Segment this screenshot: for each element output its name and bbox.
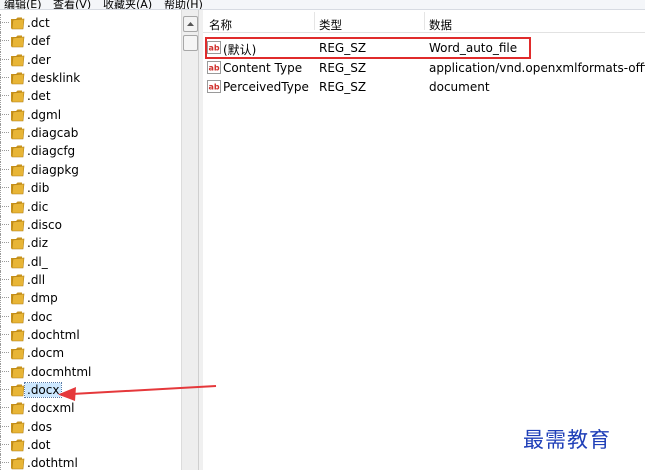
annotation-arrow xyxy=(58,385,217,401)
arrow-shaft xyxy=(71,385,217,395)
watermark-text: 最需教育 xyxy=(523,428,611,452)
arrow-head xyxy=(58,387,76,401)
